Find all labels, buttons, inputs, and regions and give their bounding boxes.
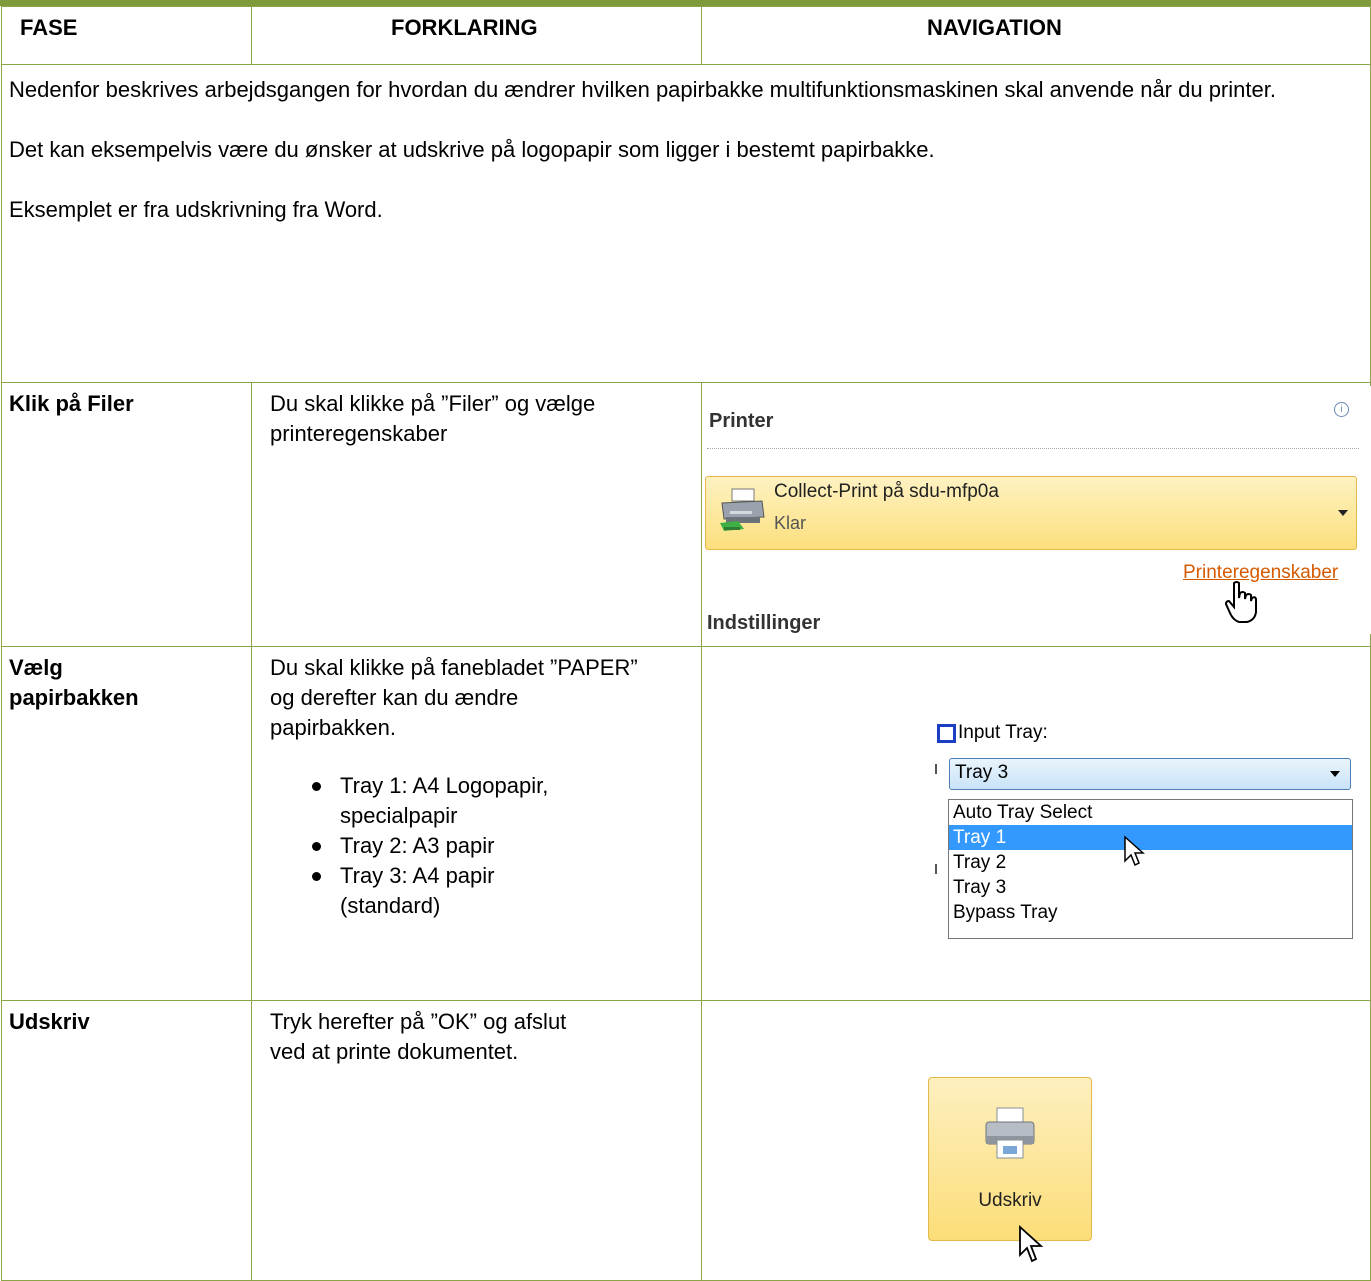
tick-mark (935, 864, 937, 874)
input-tray-screenshot: Input Tray: Tray 3 Auto Tray Select Tray… (931, 718, 1361, 948)
step-forklaring: Du skal klikke på fanebladet ”PAPER” og … (252, 647, 647, 921)
header-forklaring: FORKLARING (391, 15, 538, 40)
header-row: FASE FORKLARING NAVIGATION (1, 6, 1371, 65)
step-fase: Klik på Filer (9, 391, 134, 416)
step-forklaring-text: Du skal klikke på fanebladet ”PAPER” og … (270, 655, 638, 740)
header-navigation: NAVIGATION (927, 15, 1062, 40)
step-row: Udskriv Tryk herefter på ”OK” og afslut … (1, 1000, 1371, 1281)
intro-row: Nedenfor beskrives arbejdsgangen for hvo… (1, 64, 1371, 383)
settings-section-title: Indstillinger (707, 612, 821, 634)
print-button-screenshot: Udskriv (928, 1077, 1094, 1279)
step-forklaring: Tryk herefter på ”OK” og afslut ved at p… (270, 1009, 567, 1064)
tray-list-item: Tray 2: A3 papir (312, 831, 640, 861)
document-page: FASE FORKLARING NAVIGATION Nedenfor besk… (0, 0, 1371, 1281)
step-fase: Udskriv (9, 1009, 90, 1034)
printer-panel-screenshot: Printer i Collect-Print på sdu-mfp0a Kla… (703, 386, 1371, 634)
chevron-down-icon (1338, 510, 1348, 516)
print-button-label: Udskriv (978, 1190, 1042, 1211)
printer-status: Klar (774, 513, 807, 533)
input-tray-label: Input Tray: (958, 722, 1048, 743)
print-button[interactable]: Udskriv (928, 1077, 1092, 1241)
tray-list: Tray 1: A4 Logopapir, specialpapir Tray … (270, 771, 640, 921)
tray-list-item: Tray 3: A4 papir (standard) (312, 861, 560, 921)
hand-cursor-icon (1225, 581, 1257, 623)
step-fase: Vælg papirbakken (9, 655, 139, 710)
tray-option[interactable]: Tray 3 (949, 875, 1352, 900)
tick-mark (935, 764, 937, 774)
mouse-pointer-icon (1019, 1225, 1044, 1263)
tray-option[interactable]: Auto Tray Select (949, 800, 1352, 825)
input-tray-options: Auto Tray Select Tray 1 Tray 2 Tray 3 By… (948, 799, 1353, 939)
section-divider (707, 448, 1359, 449)
header-fase: FASE (20, 15, 78, 40)
intro-paragraph-1: Nedenfor beskrives arbejdsgangen for hvo… (9, 77, 1276, 102)
printer-section-title: Printer (709, 410, 774, 432)
guide-table: FASE FORKLARING NAVIGATION Nedenfor besk… (1, 6, 1371, 1281)
intro-paragraph-3: Eksemplet er fra udskrivning fra Word. (9, 197, 383, 222)
printer-icon (720, 488, 765, 531)
tray-option[interactable]: Bypass Tray (949, 900, 1352, 925)
intro-paragraph-2: Det kan eksempelvis være du ønsker at ud… (9, 137, 935, 162)
tray-list-item: Tray 1: A4 Logopapir, specialpapir (312, 771, 640, 831)
intro-text: Nedenfor beskrives arbejdsgangen for hvo… (2, 65, 1370, 225)
input-tray-checkbox-icon (937, 724, 956, 743)
info-icon[interactable]: i (1334, 402, 1349, 417)
printer-properties-link[interactable]: Printeregenskaber (1183, 562, 1338, 584)
printer-dropdown[interactable]: Collect-Print på sdu-mfp0a Klar (705, 476, 1357, 550)
printer-name: Collect-Print på sdu-mfp0a (774, 481, 999, 502)
mouse-pointer-icon (1124, 835, 1145, 867)
tray-option[interactable]: Tray 2 (949, 850, 1352, 875)
input-tray-selected-value: Tray 3 (955, 762, 1009, 783)
input-tray-select[interactable]: Tray 3 (949, 758, 1351, 790)
chevron-down-icon (1330, 771, 1340, 777)
tray-option[interactable]: Tray 1 (949, 825, 1352, 850)
step-forklaring: Du skal klikke på ”Filer” og vælge print… (270, 391, 596, 446)
printer-icon (985, 1107, 1035, 1159)
